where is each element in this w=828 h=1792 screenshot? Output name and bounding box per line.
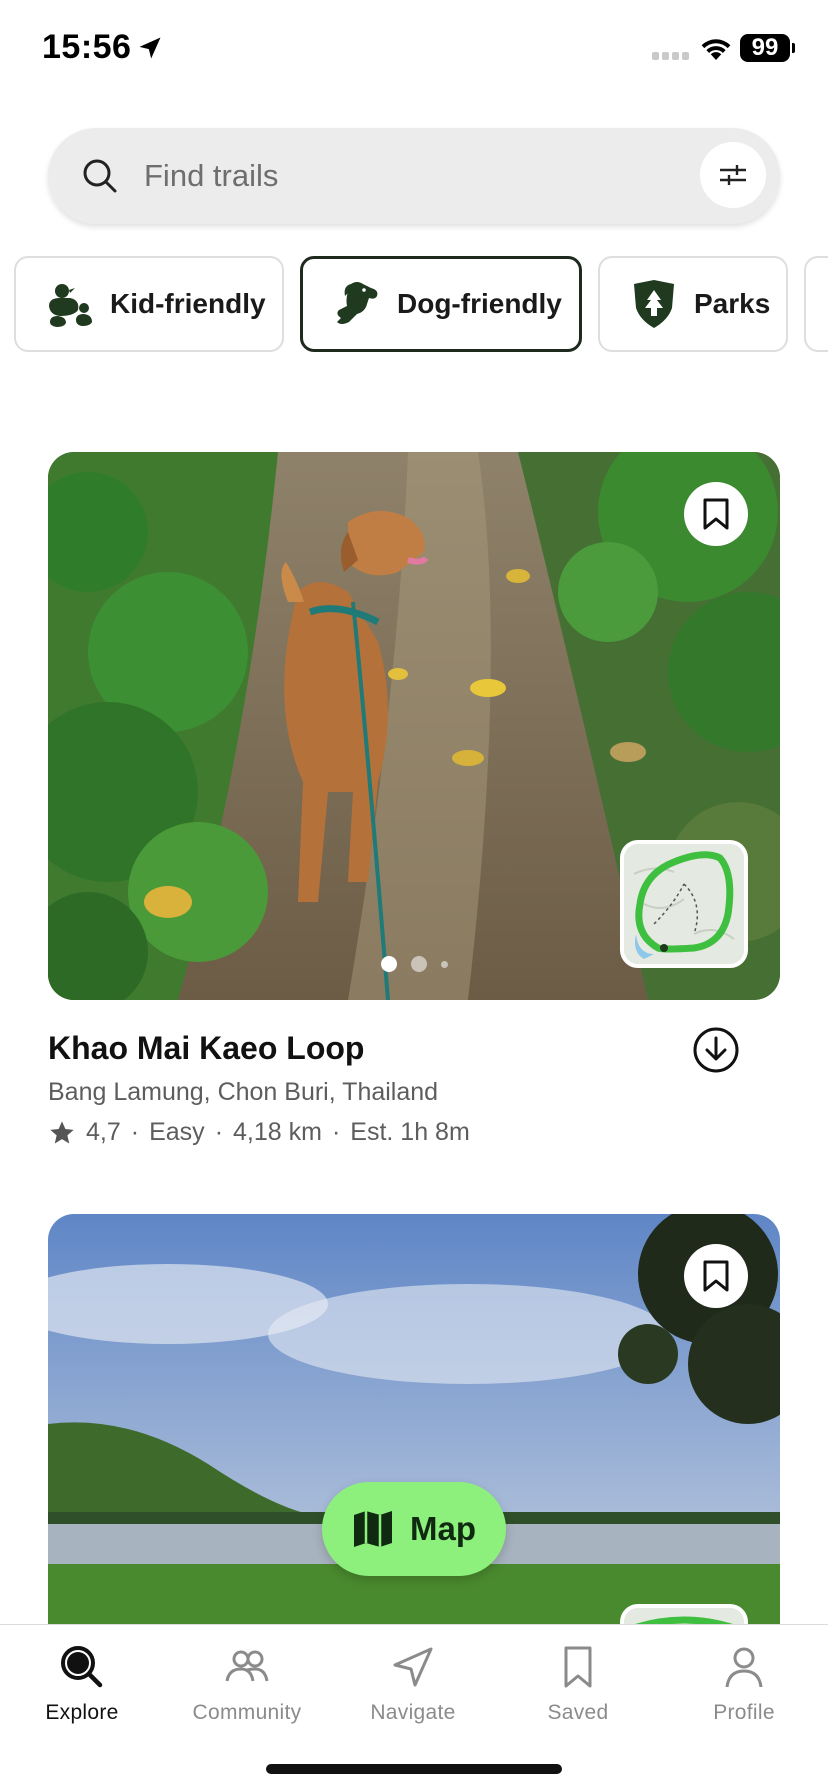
tab-label: Navigate [370, 1701, 456, 1724]
bookmark-icon [703, 498, 729, 530]
trail-route-map [624, 844, 744, 964]
pagination-dot[interactable] [440, 960, 448, 968]
trail-location: Bang Lamung, Chon Buri, Thailand [48, 1078, 439, 1106]
chip-label: Parks [694, 288, 771, 319]
tab-label: Profile [713, 1701, 775, 1724]
tab-label: Saved [547, 1701, 609, 1724]
search-icon [61, 1646, 103, 1688]
status-time: 15:56 [42, 28, 132, 66]
separator: · [130, 1118, 140, 1146]
search-bar[interactable] [48, 128, 780, 224]
trail-duration: Est. 1h 8m [350, 1118, 470, 1146]
trail-stats: 4,7 · Easy · 4,18 km · Est. 1h 8m [48, 1118, 470, 1147]
search-input[interactable] [144, 148, 624, 204]
download-icon[interactable] [692, 1026, 740, 1074]
separator: · [214, 1118, 224, 1146]
battery-tip [792, 43, 795, 53]
pagination-dot[interactable] [380, 956, 397, 972]
chip-kid-friendly[interactable]: Kid-friendly [14, 256, 284, 352]
navigate-arrow-icon [393, 1647, 433, 1687]
tab-label: Community [192, 1701, 302, 1724]
search-icon [83, 159, 117, 193]
chip-dog-friendly[interactable]: Dog-friendly [300, 256, 582, 352]
tab-profile[interactable]: Profile [669, 1643, 819, 1743]
trail-difficulty: Easy [149, 1118, 205, 1146]
trail-mini-map[interactable] [620, 840, 748, 968]
bookmark-button[interactable] [684, 482, 748, 546]
chip-label: Kid-friendly [110, 288, 266, 319]
trail-rating: 4,7 [86, 1118, 121, 1146]
tab-label: Explore [45, 1701, 119, 1724]
map-icon [354, 1511, 392, 1547]
people-icon [225, 1650, 269, 1682]
park-badge-icon [634, 280, 674, 328]
tab-explore[interactable]: Explore [7, 1643, 157, 1743]
chip-parks[interactable]: Parks [598, 256, 788, 352]
bookmark-icon [564, 1646, 592, 1688]
location-arrow-icon [139, 37, 161, 59]
cellular-signal-icon [652, 52, 692, 62]
star-icon [50, 1120, 74, 1143]
filter-button[interactable] [700, 142, 766, 208]
chip-more[interactable] [804, 256, 828, 352]
home-indicator[interactable] [266, 1764, 562, 1774]
map-button-label: Map [410, 1510, 476, 1547]
trail-title[interactable]: Khao Mai Kaeo Loop [48, 1030, 364, 1067]
status-bar: 15:56 99 [0, 0, 828, 100]
duck-family-icon [49, 284, 92, 327]
bookmark-icon [703, 1260, 729, 1292]
filter-sliders-icon [720, 165, 746, 185]
tab-navigate[interactable]: Navigate [338, 1643, 488, 1743]
category-chips: Kid-friendly Dog-friendly Parks [0, 256, 828, 352]
separator: · [331, 1118, 341, 1146]
tab-saved[interactable]: Saved [503, 1643, 653, 1743]
trail-distance: 4,18 km [233, 1118, 322, 1146]
trail-photo[interactable] [48, 452, 780, 1000]
pagination-dot[interactable] [410, 956, 427, 972]
person-icon [725, 1647, 763, 1688]
tab-community[interactable]: Community [172, 1643, 322, 1743]
chip-label: Dog-friendly [397, 288, 562, 319]
wifi-icon [701, 39, 731, 60]
bookmark-button[interactable] [684, 1244, 748, 1308]
photo-pagination [48, 956, 780, 972]
dog-icon [337, 282, 378, 324]
battery-icon: 99 [740, 34, 790, 62]
map-button[interactable]: Map [322, 1482, 506, 1576]
